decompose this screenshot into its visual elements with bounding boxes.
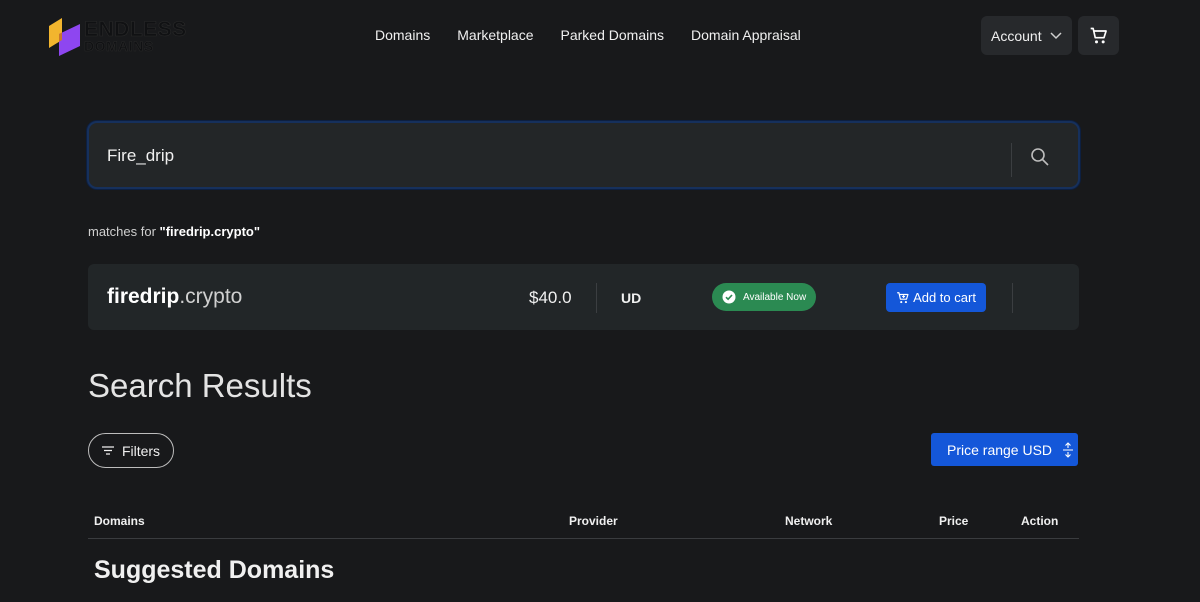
column-header-action[interactable]: Action <box>1021 514 1058 528</box>
nav-item-domain-appraisal[interactable]: Domain Appraisal <box>691 27 801 43</box>
price-range-button[interactable]: Price range USD <box>931 433 1078 466</box>
search-divider <box>1011 143 1012 177</box>
status-badge: Available Now <box>712 283 816 311</box>
status-label: Available Now <box>743 291 807 303</box>
filters-button[interactable]: Filters <box>88 433 174 468</box>
nav-item-marketplace[interactable]: Marketplace <box>457 27 533 43</box>
add-to-cart-button[interactable]: Add to cart <box>886 283 986 312</box>
result-domain-name: firedrip.crypto <box>107 285 242 309</box>
cart-button[interactable] <box>1078 16 1119 55</box>
price-range-label: Price range USD <box>947 441 1053 458</box>
chevron-down-icon <box>1050 31 1062 39</box>
matches-prefix: matches for <box>88 224 156 239</box>
logo-mark-icon <box>49 18 80 56</box>
nav-item-parked-domains[interactable]: Parked Domains <box>561 27 665 43</box>
account-dropdown-button[interactable]: Account <box>981 16 1072 55</box>
matches-text: matches for "firedrip.crypto" <box>88 224 260 239</box>
result-price: $40.0 <box>529 288 572 307</box>
brand-logo[interactable]: ENDLESS DOMAINS <box>46 14 186 58</box>
add-cart-icon <box>897 291 909 303</box>
logo-wordmark-bottom: DOMAINS <box>84 38 154 55</box>
search-results-title: Search Results <box>88 367 312 404</box>
search-input[interactable] <box>107 143 987 169</box>
column-header-network[interactable]: Network <box>785 514 832 528</box>
results-table-header: Domains Provider Network Price Action <box>88 514 1079 539</box>
search-icon[interactable] <box>1030 147 1050 167</box>
main-nav: Domains Marketplace Parked Domains Domai… <box>375 27 801 43</box>
result-domain-sld: firedrip <box>107 285 180 308</box>
check-circle-icon <box>722 290 736 304</box>
divider <box>596 283 597 313</box>
add-to-cart-label: Add to cart <box>913 290 976 305</box>
filters-label: Filters <box>121 442 161 459</box>
nav-item-domains[interactable]: Domains <box>375 27 430 43</box>
cart-icon <box>1090 27 1107 43</box>
matches-query: "firedrip.crypto" <box>159 224 260 239</box>
result-domain-tld: .crypto <box>179 285 243 308</box>
filter-lines-icon <box>101 446 114 455</box>
page: ENDLESS DOMAINS Domains Marketplace Park… <box>0 0 1200 602</box>
search-box <box>87 121 1080 189</box>
sort-arrows-icon <box>1063 441 1074 458</box>
result-provider: UD <box>621 290 642 306</box>
divider <box>1012 283 1013 313</box>
suggested-domains-title: Suggested Domains <box>94 556 335 584</box>
account-label: Account <box>991 27 1042 44</box>
column-header-domains[interactable]: Domains <box>94 514 145 528</box>
column-header-price[interactable]: Price <box>939 514 968 528</box>
column-header-provider[interactable]: Provider <box>569 514 618 528</box>
exact-match-card: firedrip.crypto $40.0 UD Available Now A… <box>88 264 1079 330</box>
